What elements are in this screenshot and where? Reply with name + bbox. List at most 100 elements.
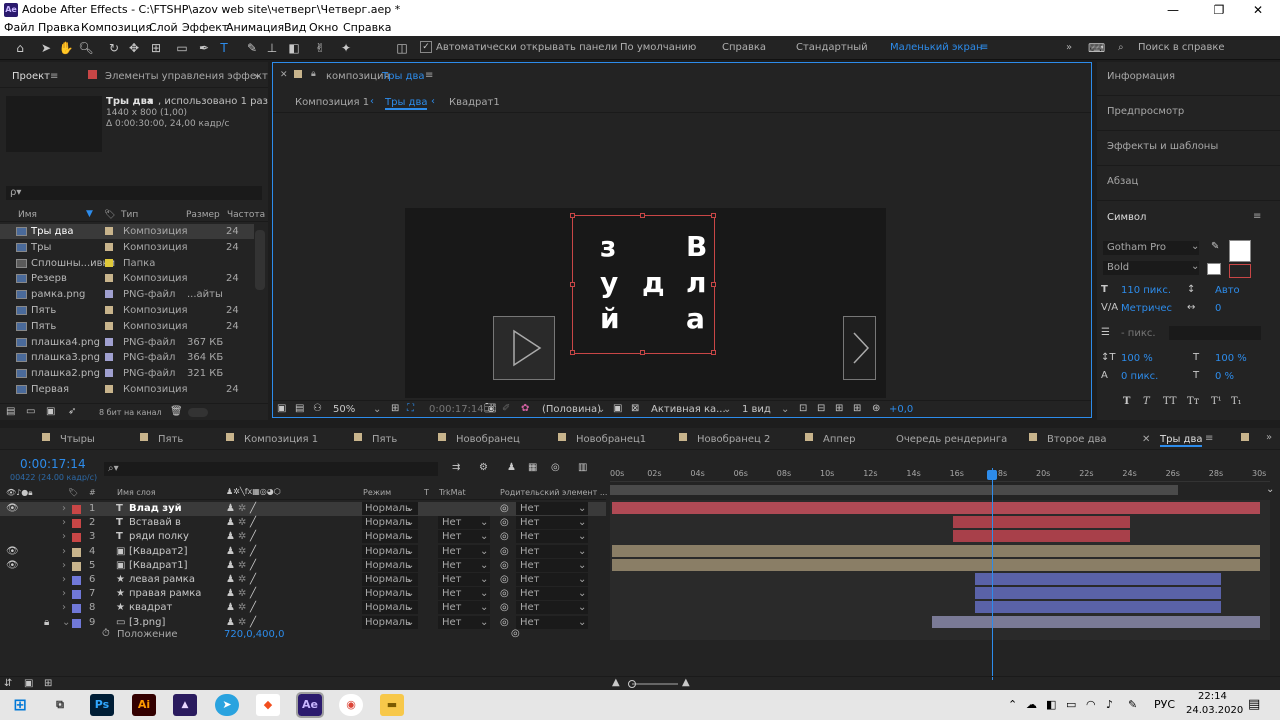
resolution-select[interactable]: (Половина) <box>542 404 601 415</box>
column-trkmat[interactable]: TrkMat <box>439 488 466 497</box>
handle[interactable] <box>640 213 645 218</box>
font-chevron-icon[interactable]: ⌄ <box>1191 241 1199 252</box>
menu-help[interactable]: Справка <box>343 21 391 34</box>
quality-switch-icon[interactable]: ╱ <box>250 545 256 559</box>
column-t[interactable]: T <box>424 488 429 497</box>
parent-chevron-icon[interactable]: ⌄ <box>578 502 586 516</box>
resolution-chevron-icon[interactable]: ⌄ <box>597 404 605 415</box>
shy-switch-icon[interactable]: ♟ <box>226 545 235 559</box>
help-search-input[interactable]: Поиск в справке <box>1138 42 1225 53</box>
shy-switch-icon[interactable]: ♟ <box>226 559 235 573</box>
current-timecode[interactable]: 0:00:17:14 <box>20 457 86 471</box>
parent-chevron-icon[interactable]: ⌄ <box>578 530 586 544</box>
project-search-input[interactable]: ρ▾ <box>6 186 262 200</box>
baseline-value[interactable]: 0 пикс. <box>1121 371 1158 382</box>
more-workspaces-icon[interactable]: » <box>1066 42 1072 53</box>
clone-stamp-icon[interactable]: ⊥ <box>264 40 280 56</box>
handle[interactable] <box>570 350 575 355</box>
faux-bold-button[interactable]: T <box>1123 396 1130 407</box>
mode-chevron-icon[interactable]: ⌄ <box>406 545 414 559</box>
trkmat-chevron-icon[interactable]: ⌄ <box>480 601 488 615</box>
collapse-switch-icon[interactable]: ✲ <box>238 573 246 587</box>
trkmat-chevron-icon[interactable]: ⌄ <box>480 587 488 601</box>
column-type[interactable]: Тип <box>121 210 138 220</box>
snapshot-icon[interactable]: 📷︎ <box>484 403 497 414</box>
handle[interactable] <box>570 282 575 287</box>
menu-animation[interactable]: Анимация <box>226 21 284 34</box>
collapse-switch-icon[interactable]: ✲ <box>238 502 246 516</box>
right-frame-layer[interactable] <box>843 316 876 380</box>
leading-value[interactable]: Авто <box>1215 285 1240 296</box>
layer-label-color[interactable] <box>72 547 81 557</box>
mode-chevron-icon[interactable]: ⌄ <box>406 601 414 615</box>
parent-pickwhip-icon[interactable]: ◎ <box>511 628 520 639</box>
layer-row[interactable]: 👁︎ › 4 ▣ [Квадрат2] ♟ ✲ ╱ Нормаль ⌄ Нет ⌄ ◎ Нет ⌄ <box>0 544 606 559</box>
timeline-tab[interactable]: Тры два <box>1160 434 1203 447</box>
chevron-down-icon[interactable]: ▾ <box>148 96 153 107</box>
comp-canvas[interactable]: з у й д В л а <box>405 208 886 398</box>
project-item[interactable]: Сплошны...ивки Папка <box>0 256 254 271</box>
layer-label-color[interactable] <box>72 519 81 529</box>
tray-chevron-up-icon[interactable]: ⌃ <box>1008 698 1017 711</box>
expand-arrow-icon[interactable]: › <box>62 601 66 615</box>
layer-label-color[interactable] <box>72 618 81 628</box>
collapse-switch-icon[interactable]: ✲ <box>238 587 246 601</box>
trkmat-chevron-icon[interactable]: ⌄ <box>480 530 488 544</box>
layer-duration-bar[interactable] <box>931 615 1260 628</box>
puppet-tool-icon[interactable]: ✦ <box>338 40 354 56</box>
timeline-tab[interactable]: Пять <box>158 434 183 445</box>
tracking-value[interactable]: 0 <box>1215 303 1221 314</box>
anchor-tool-icon[interactable]: ⊞ <box>148 40 164 56</box>
clock-time[interactable]: 22:14 <box>1198 691 1227 702</box>
layer-label-color[interactable] <box>72 561 81 571</box>
footer-slider[interactable] <box>188 408 208 417</box>
subscript-button[interactable]: T₁ <box>1231 396 1242 407</box>
layer-duration-bar[interactable] <box>612 558 1260 571</box>
breadcrumb-comp1[interactable]: Композиция 1 <box>295 97 369 108</box>
project-item[interactable]: Первая Композиция 24 <box>0 382 254 397</box>
premiere-icon[interactable]: ▲ <box>173 694 197 716</box>
layer-name[interactable]: Влад зуй <box>129 502 182 516</box>
timeline-tab[interactable]: Пять <box>372 434 397 445</box>
wifi-icon[interactable]: ◠ <box>1086 698 1096 711</box>
photoshop-icon[interactable]: Ps <box>90 694 114 716</box>
panel-info[interactable]: Информация <box>1107 71 1175 82</box>
pickwhip-icon[interactable]: ◎ <box>500 502 509 516</box>
vertical-scale-value[interactable]: 100 % <box>1121 353 1153 364</box>
font-family-select[interactable]: Gotham Pro <box>1103 241 1199 255</box>
interpret-footage-icon[interactable]: ▤ <box>6 406 15 417</box>
new-comp-icon[interactable]: ▣ <box>46 406 55 417</box>
timeline-menu-icon[interactable]: ≡ <box>1205 433 1213 444</box>
handle[interactable] <box>711 213 716 218</box>
collapse-switch-icon[interactable]: ✲ <box>238 545 246 559</box>
project-item[interactable]: Тры Композиция 24 <box>0 240 254 255</box>
expand-timing-icon[interactable]: ⊞ <box>44 678 52 689</box>
search-help-toggle-icon[interactable]: ⌨ <box>1088 40 1105 56</box>
rectangle-tool-icon[interactable]: ▭ <box>174 40 190 56</box>
menu-composition[interactable]: Композиция <box>81 21 152 34</box>
layer-row[interactable]: › 8 ★ квадрат ♟ ✲ ╱ Нормаль ⌄ Нет ⌄ ◎ Нет ⌄ <box>0 601 606 615</box>
after-effects-icon[interactable]: Ae <box>296 692 324 718</box>
quality-switch-icon[interactable]: ╱ <box>250 587 256 601</box>
mode-chevron-icon[interactable]: ⌄ <box>406 573 414 587</box>
pen-icon[interactable]: ✎ <box>1128 698 1137 711</box>
panel-paragraph[interactable]: Абзац <box>1107 176 1138 187</box>
close-button[interactable]: ✕ <box>1243 2 1273 18</box>
views-select[interactable]: 1 вид <box>742 404 771 415</box>
project-item[interactable]: Резерв Композиция 24 <box>0 271 254 286</box>
project-item[interactable]: Тры два Композиция 24 <box>0 224 254 239</box>
fast-preview-icon[interactable]: ⊟ <box>817 403 825 414</box>
layer-label-color[interactable] <box>72 505 81 514</box>
swap-colors-icon[interactable] <box>1207 263 1221 275</box>
stroke-color-swatch[interactable] <box>1229 264 1251 278</box>
expand-arrow-icon[interactable]: › <box>62 545 66 559</box>
quality-switch-icon[interactable]: ╱ <box>250 502 256 516</box>
layer-name[interactable]: правая рамка <box>129 587 201 601</box>
timeline-tab[interactable]: Очередь рендеринга <box>896 434 1007 445</box>
workspace-small-screen[interactable]: Маленький экран <box>890 42 983 53</box>
preview-panel[interactable]: Предпросмотр <box>1097 97 1280 131</box>
timeline-icon[interactable]: ⊞ <box>835 403 843 414</box>
layer-duration-bar[interactable] <box>974 573 1222 585</box>
comp-tab-name[interactable]: Тры два <box>382 71 424 82</box>
menu-edit[interactable]: Правка <box>38 21 80 34</box>
